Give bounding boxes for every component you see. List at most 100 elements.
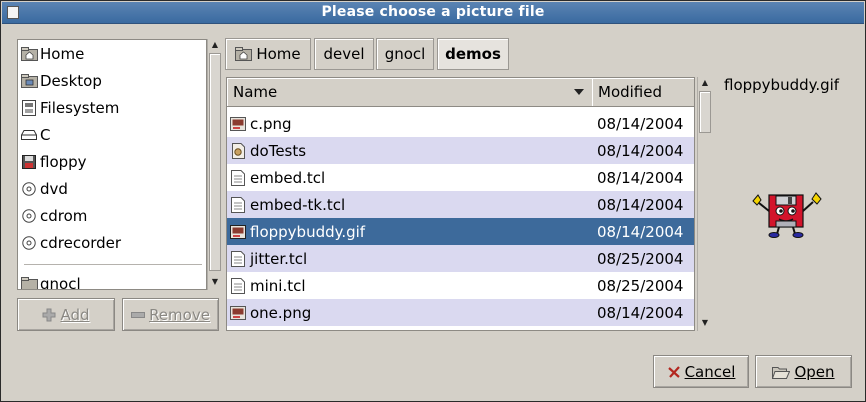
remove-label: Remove xyxy=(149,305,210,324)
floppy-icon xyxy=(20,154,38,170)
file-name: c.png xyxy=(250,114,292,133)
disc-icon xyxy=(20,181,38,197)
path-label: demos xyxy=(445,45,501,63)
path-button-gnocl[interactable]: gnocl xyxy=(376,38,434,70)
title-bar[interactable]: Please choose a picture file xyxy=(2,2,864,24)
floppy-buddy-mascot-image xyxy=(752,192,822,238)
place-label: floppy xyxy=(40,153,87,171)
remove-icon xyxy=(131,311,146,319)
path-button-home[interactable]: Home xyxy=(225,38,311,70)
path-label: gnocl xyxy=(384,45,426,63)
cancel-label: Cancel xyxy=(684,362,736,381)
place-cdrecorder[interactable]: cdrecorder xyxy=(20,231,206,255)
file-date: 08/25/2004 xyxy=(597,249,684,268)
place-filesystem[interactable]: Filesystem xyxy=(20,96,206,120)
preview-filename: floppybuddy.gif xyxy=(724,76,840,94)
place-label: cdrecorder xyxy=(40,234,122,252)
place-cdrom[interactable]: cdrom xyxy=(20,204,206,228)
place-label: C xyxy=(40,126,51,144)
scroll-up-icon[interactable]: ▲ xyxy=(209,39,221,51)
file-name: mini.tcl xyxy=(250,276,306,295)
scroll-thumb[interactable] xyxy=(699,91,711,133)
bookmark-gnocl[interactable]: gnocl xyxy=(20,272,206,290)
file-date: 08/14/2004 xyxy=(597,168,684,187)
remove-bookmark-button[interactable]: Remove xyxy=(122,298,219,331)
folder-icon xyxy=(20,276,38,289)
home-folder-icon xyxy=(20,46,38,62)
drive-icon xyxy=(20,127,38,143)
file-date: 08/14/2004 xyxy=(597,141,684,160)
place-label: Desktop xyxy=(40,72,102,90)
place-floppy[interactable]: floppy xyxy=(20,150,206,174)
scroll-up-icon[interactable]: ▲ xyxy=(699,77,711,89)
places-list: Home Desktop Filesystem C floppy dvd cdr… xyxy=(17,39,207,290)
file-date: 08/25/2004 xyxy=(597,276,684,295)
file-name: jitter.tcl xyxy=(250,249,308,268)
path-label: devel xyxy=(323,45,365,63)
file-row[interactable]: c.png 08/14/2004 xyxy=(227,110,694,137)
place-label: Filesystem xyxy=(40,99,120,117)
column-modified-label: Modified xyxy=(598,83,663,101)
scroll-down-icon[interactable]: ▼ xyxy=(699,317,711,329)
file-row[interactable]: jitter.tcl 08/25/2004 xyxy=(227,245,694,272)
open-folder-icon xyxy=(772,365,791,379)
path-button-devel[interactable]: devel xyxy=(314,38,374,70)
column-header-modified[interactable]: Modified xyxy=(592,78,694,107)
disc-icon xyxy=(20,208,38,224)
file-chooser-dialog: Please choose a picture file Home Deskto… xyxy=(0,0,866,402)
file-name: doTests xyxy=(250,141,307,160)
text-file-icon xyxy=(229,277,247,295)
file-row[interactable]: embed-tk.tcl 08/14/2004 xyxy=(227,191,694,218)
text-file-icon xyxy=(229,196,247,214)
window-title: Please choose a picture file xyxy=(321,4,545,20)
path-button-demos[interactable]: demos xyxy=(437,38,509,70)
add-bookmark-button[interactable]: Add xyxy=(17,298,115,331)
image-file-icon xyxy=(229,115,247,133)
file-list: Name Modified c.png 08/14/2004 doTests 0… xyxy=(226,77,695,331)
image-file-icon xyxy=(229,223,247,241)
disc-icon xyxy=(20,235,38,251)
file-name: embed.tcl xyxy=(250,168,326,187)
sort-descending-icon xyxy=(574,89,584,95)
open-label: Open xyxy=(794,362,835,381)
place-label: cdrom xyxy=(40,207,88,225)
column-header-name[interactable]: Name xyxy=(227,78,593,107)
open-button[interactable]: Open xyxy=(755,355,852,388)
place-c[interactable]: C xyxy=(20,123,206,147)
scroll-thumb[interactable] xyxy=(209,53,221,271)
path-label: Home xyxy=(256,45,301,63)
desktop-folder-icon xyxy=(20,73,38,89)
column-name-label: Name xyxy=(233,83,278,101)
scroll-down-icon[interactable]: ▼ xyxy=(209,276,221,288)
text-file-icon xyxy=(229,250,247,268)
file-name: one.png xyxy=(250,303,312,322)
place-label: Home xyxy=(40,45,85,63)
image-file-icon xyxy=(229,304,247,322)
file-name: embed-tk.tcl xyxy=(250,195,346,214)
file-row[interactable]: embed.tcl 08/14/2004 xyxy=(227,164,694,191)
add-icon xyxy=(42,308,56,322)
place-home[interactable]: Home xyxy=(20,42,206,66)
file-row-selected[interactable]: floppybuddy.gif 08/14/2004 xyxy=(227,218,694,245)
filesystem-icon xyxy=(20,100,38,116)
place-label: dvd xyxy=(40,180,68,198)
file-row[interactable]: mini.tcl 08/25/2004 xyxy=(227,272,694,299)
file-date: 08/14/2004 xyxy=(597,303,684,322)
places-scrollbar[interactable]: ▲ ▼ xyxy=(207,39,221,290)
file-date: 08/14/2004 xyxy=(597,195,684,214)
home-folder-icon xyxy=(235,47,253,61)
file-row[interactable]: one.png 08/14/2004 xyxy=(227,299,694,326)
places-separator xyxy=(24,264,202,265)
place-dvd[interactable]: dvd xyxy=(20,177,206,201)
file-date: 08/14/2004 xyxy=(597,222,684,241)
file-list-scrollbar[interactable]: ▲ ▼ xyxy=(697,77,711,331)
close-icon xyxy=(667,365,681,379)
script-file-icon xyxy=(229,142,247,160)
file-row[interactable]: doTests 08/14/2004 xyxy=(227,137,694,164)
place-desktop[interactable]: Desktop xyxy=(20,69,206,93)
file-date: 08/14/2004 xyxy=(597,114,684,133)
text-file-icon xyxy=(229,169,247,187)
file-name: floppybuddy.gif xyxy=(250,222,366,241)
place-label: gnocl xyxy=(40,275,81,290)
cancel-button[interactable]: Cancel xyxy=(653,355,749,388)
